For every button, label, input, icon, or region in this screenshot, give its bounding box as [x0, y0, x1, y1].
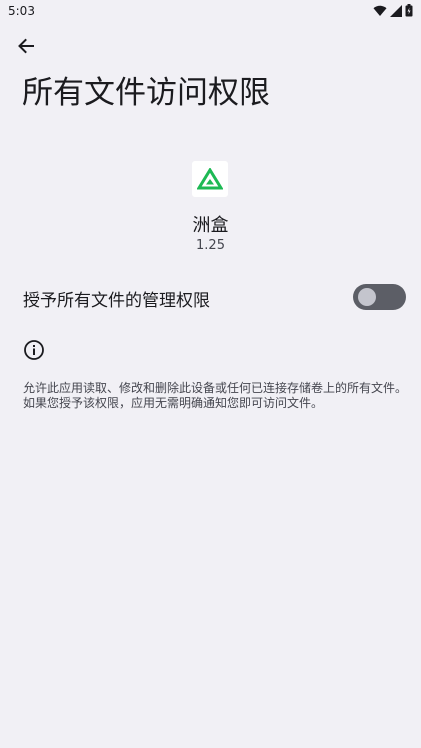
back-button[interactable]	[12, 34, 40, 62]
cellular-signal-icon	[390, 2, 402, 21]
status-time: 5:03	[8, 4, 35, 18]
status-icons	[373, 2, 413, 21]
page-title: 所有文件访问权限	[22, 75, 270, 111]
info-icon	[23, 339, 45, 361]
all-files-access-setting[interactable]: 授予所有文件的管理权限	[0, 278, 421, 316]
all-files-access-label: 授予所有文件的管理权限	[23, 291, 210, 311]
toggle-thumb	[358, 288, 376, 306]
arrow-back-icon	[17, 37, 35, 59]
all-files-access-toggle[interactable]	[353, 284, 406, 310]
app-name: 洲盒	[192, 215, 229, 236]
app-version: 1.25	[196, 238, 225, 253]
wifi-icon	[373, 2, 387, 21]
battery-icon	[405, 2, 413, 21]
permission-description: 允许此应用读取、修改和删除此设备或任何已连接存储卷上的所有文件。如果您授予该权限…	[23, 381, 408, 410]
app-icon	[192, 161, 228, 197]
status-bar: 5:03	[0, 0, 421, 24]
